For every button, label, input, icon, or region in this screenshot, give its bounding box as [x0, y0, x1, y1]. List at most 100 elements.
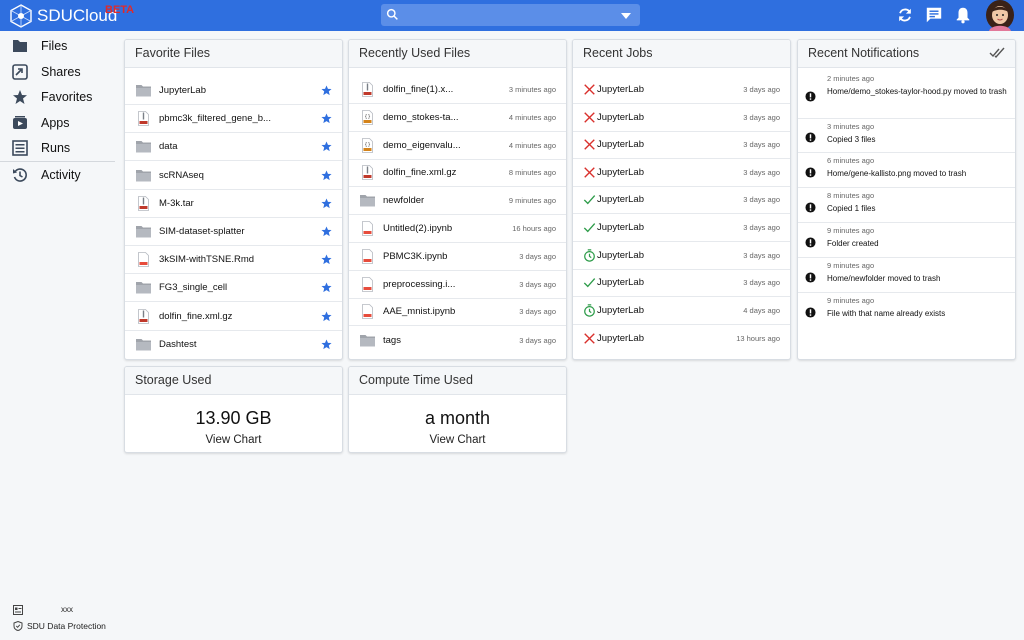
- favorite-file-row[interactable]: FG3_single_cell: [125, 274, 342, 303]
- favorite-star-icon[interactable]: [321, 113, 332, 124]
- file-name[interactable]: dolfin_fine.xml.gz: [383, 167, 483, 178]
- file-name[interactable]: pbmc3k_filtered_gene_b...: [159, 113, 309, 124]
- notification-item[interactable]: 6 minutes ago Home/gene-kallisto.png move…: [798, 153, 1015, 188]
- recent-file-row[interactable]: AAE_mnist.ipynb 3 days ago: [349, 298, 566, 327]
- job-row[interactable]: JupyterLab 4 days ago: [573, 297, 790, 325]
- favorite-file-row[interactable]: dolfin_fine.xml.gz: [125, 303, 342, 331]
- favorite-star-icon[interactable]: [321, 226, 332, 237]
- recent-file-row[interactable]: Untitled(2).ipynb 16 hours ago: [349, 215, 566, 243]
- job-name[interactable]: JupyterLab: [597, 222, 687, 233]
- job-name[interactable]: JupyterLab: [597, 250, 687, 261]
- bell-icon[interactable]: [954, 6, 972, 24]
- job-name[interactable]: JupyterLab: [597, 84, 687, 95]
- favorite-star-icon[interactable]: [321, 311, 332, 322]
- recent-file-row[interactable]: newfolder 9 minutes ago: [349, 187, 566, 216]
- file-name[interactable]: M-3k.tar: [159, 198, 309, 209]
- notification-item[interactable]: 9 minutes ago Folder created: [798, 223, 1015, 258]
- recent-file-row[interactable]: {} demo_stokes-ta... 4 minutes ago: [349, 104, 566, 132]
- favorite-file-row[interactable]: scRNAseq: [125, 162, 342, 190]
- file-name[interactable]: demo_eigenvalu...: [383, 140, 483, 151]
- sidebar-item-apps[interactable]: Apps: [0, 110, 115, 135]
- favorite-star-icon[interactable]: [321, 170, 332, 181]
- sidebar-item-files[interactable]: Files: [0, 33, 115, 58]
- compute-view-chart-link[interactable]: View Chart: [349, 434, 566, 446]
- job-name[interactable]: JupyterLab: [597, 194, 687, 205]
- job-row[interactable]: JupyterLab 13 hours ago: [573, 324, 790, 352]
- file-name[interactable]: JupyterLab: [159, 85, 309, 96]
- file-name[interactable]: data: [159, 141, 309, 152]
- sidebar-item-shares[interactable]: Shares: [0, 59, 115, 84]
- recent-file-row[interactable]: {} demo_eigenvalu... 4 minutes ago: [349, 132, 566, 160]
- refresh-icon[interactable]: [896, 6, 914, 24]
- data-protection-link[interactable]: SDU Data Protection: [27, 621, 106, 631]
- file-name[interactable]: dolfin_fine(1).x...: [383, 84, 483, 95]
- favorite-file-row[interactable]: JupyterLab: [125, 77, 342, 105]
- favorite-file-row[interactable]: SIM-dataset-splatter: [125, 218, 342, 246]
- favorite-star-icon[interactable]: [321, 85, 332, 96]
- file-name[interactable]: demo_stokes-ta...: [383, 112, 483, 123]
- file-name[interactable]: dolfin_fine.xml.gz: [159, 311, 309, 322]
- mark-all-read-icon[interactable]: [989, 47, 1005, 59]
- favorite-file-row[interactable]: pbmc3k_filtered_gene_b...: [125, 105, 342, 134]
- job-row[interactable]: JupyterLab 3 days ago: [573, 242, 790, 270]
- notification-item[interactable]: 9 minutes ago File with that name already…: [798, 293, 1015, 329]
- file-name[interactable]: tags: [383, 335, 483, 346]
- job-name[interactable]: JupyterLab: [597, 305, 687, 316]
- chat-icon[interactable]: [925, 6, 943, 24]
- favorite-file-row[interactable]: data: [125, 133, 342, 162]
- recent-file-row[interactable]: PBMC3K.ipynb 3 days ago: [349, 243, 566, 271]
- storage-view-chart-link[interactable]: View Chart: [125, 434, 342, 446]
- recent-file-row[interactable]: dolfin_fine(1).x... 3 minutes ago: [349, 76, 566, 104]
- file-name[interactable]: preprocessing.i...: [383, 279, 483, 290]
- favorite-star-icon[interactable]: [321, 339, 332, 350]
- job-name[interactable]: JupyterLab: [597, 139, 687, 150]
- job-row[interactable]: JupyterLab 3 days ago: [573, 186, 790, 215]
- storage-value: 13.90 GB: [195, 408, 272, 428]
- favorite-file-row[interactable]: 3kSIM-withTSNE.Rmd: [125, 246, 342, 275]
- job-row[interactable]: JupyterLab 3 days ago: [573, 269, 790, 298]
- favorite-file-row[interactable]: M-3k.tar: [125, 190, 342, 218]
- avatar[interactable]: [983, 0, 1017, 31]
- file-name[interactable]: PBMC3K.ipynb: [383, 251, 483, 262]
- favorite-file-row[interactable]: Dashtest: [125, 331, 342, 359]
- file-name[interactable]: Dashtest: [159, 339, 309, 350]
- favorite-star-icon[interactable]: [321, 254, 332, 265]
- recent-file-row[interactable]: tags 3 days ago: [349, 326, 566, 354]
- search-dropdown-icon[interactable]: [621, 13, 631, 19]
- job-row[interactable]: JupyterLab 3 days ago: [573, 76, 790, 104]
- search-input[interactable]: [381, 4, 640, 26]
- notification-item[interactable]: 8 minutes ago Copied 1 files: [798, 188, 1015, 223]
- job-name[interactable]: JupyterLab: [597, 167, 687, 178]
- job-row[interactable]: JupyterLab 3 days ago: [573, 214, 790, 242]
- file-name[interactable]: AAE_mnist.ipynb: [383, 306, 483, 317]
- job-row[interactable]: JupyterLab 3 days ago: [573, 104, 790, 132]
- failed-x-icon: [584, 111, 595, 123]
- file-name[interactable]: 3kSIM-withTSNE.Rmd: [159, 254, 309, 265]
- failed-x-icon: [584, 139, 595, 150]
- sidebar-item-favorites[interactable]: Favorites: [0, 84, 115, 109]
- sidebar-item-runs[interactable]: Runs: [0, 135, 115, 160]
- sidebar-item-activity[interactable]: Activity: [0, 162, 115, 187]
- notification-item[interactable]: 2 minutes ago Home/demo_stokes-taylor-hoo…: [798, 71, 1015, 119]
- file-name[interactable]: SIM-dataset-splatter: [159, 226, 309, 237]
- favorite-star-icon[interactable]: [321, 198, 332, 209]
- favorite-star-icon[interactable]: [321, 141, 332, 152]
- notification-item[interactable]: 9 minutes ago Home/newfolder moved to tra…: [798, 258, 1015, 293]
- notification-item[interactable]: 3 minutes ago Copied 3 files: [798, 119, 1015, 153]
- file-name[interactable]: FG3_single_cell: [159, 282, 309, 293]
- job-row[interactable]: JupyterLab 3 days ago: [573, 159, 790, 187]
- job-row[interactable]: JupyterLab 3 days ago: [573, 131, 790, 160]
- file-name[interactable]: Untitled(2).ipynb: [383, 223, 483, 234]
- file-name[interactable]: newfolder: [383, 195, 483, 206]
- alert-icon: [805, 236, 816, 248]
- file-name[interactable]: scRNAseq: [159, 170, 309, 181]
- recent-file-row[interactable]: preprocessing.i... 3 days ago: [349, 271, 566, 299]
- favorite-star-icon[interactable]: [321, 282, 332, 293]
- job-name[interactable]: JupyterLab: [597, 277, 687, 288]
- sducloud-logo-icon[interactable]: [9, 4, 33, 28]
- job-name[interactable]: JupyterLab: [597, 112, 687, 123]
- recent-file-row[interactable]: dolfin_fine.xml.gz 8 minutes ago: [349, 159, 566, 188]
- ipynb-file-icon: [362, 276, 373, 292]
- job-name[interactable]: JupyterLab: [597, 333, 687, 344]
- storage-used-card: Storage Used 13.90 GB View Chart: [124, 366, 343, 453]
